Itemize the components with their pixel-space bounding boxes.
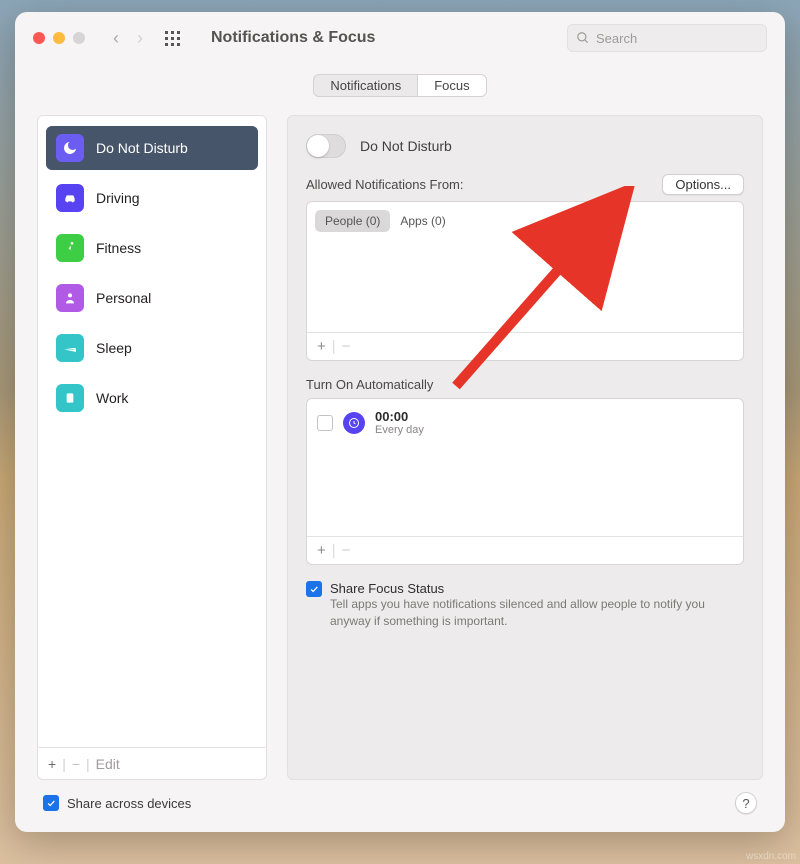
schedule-list: 00:00 Every day	[307, 399, 743, 446]
tab-focus[interactable]: Focus	[418, 75, 485, 96]
schedule-text: 00:00 Every day	[375, 409, 424, 436]
focus-list: Do Not Disturb Driving Fitness	[38, 116, 266, 747]
content-area: Do Not Disturb Driving Fitness	[15, 115, 785, 832]
panels: Do Not Disturb Driving Fitness	[37, 115, 763, 780]
run-icon	[56, 234, 84, 262]
sidebar-item-sleep[interactable]: Sleep	[46, 326, 258, 370]
auto-header-label: Turn On Automatically	[306, 377, 744, 392]
add-schedule-button[interactable]: +	[317, 542, 326, 559]
share-status-label: Share Focus Status	[330, 581, 744, 596]
seg-apps[interactable]: Apps (0)	[390, 210, 455, 232]
schedule-footer: + | −	[307, 536, 743, 564]
watermark-text: wsxdn.com	[746, 851, 796, 862]
people-apps-segment: People (0) Apps (0)	[315, 210, 456, 232]
focus-toggle-row: Do Not Disturb	[306, 134, 744, 158]
allowed-footer: + | −	[307, 332, 743, 360]
sidebar-item-label: Work	[96, 390, 128, 406]
sidebar-item-driving[interactable]: Driving	[46, 176, 258, 220]
schedule-repeat: Every day	[375, 424, 424, 436]
detail-panel: Do Not Disturb Allowed Notifications Fro…	[287, 115, 763, 780]
car-icon	[56, 184, 84, 212]
add-allowed-button[interactable]: +	[317, 338, 326, 355]
maximize-icon	[73, 32, 85, 44]
share-status-row: Share Focus Status Tell apps you have no…	[306, 581, 744, 630]
sidebar-footer: + | − | Edit	[38, 747, 266, 779]
search-icon	[576, 31, 590, 45]
remove-focus-button: −	[72, 756, 80, 772]
auto-section: Turn On Automatically 00:00 Every day	[306, 377, 744, 565]
remove-allowed-button: −	[342, 338, 351, 355]
traffic-lights	[33, 32, 85, 44]
sidebar-item-label: Fitness	[96, 240, 141, 256]
sidebar-item-personal[interactable]: Personal	[46, 276, 258, 320]
tabbar: Notifications Focus	[15, 64, 785, 115]
allowed-section: Allowed Notifications From: Options... P…	[306, 174, 744, 361]
focus-toggle[interactable]	[306, 134, 346, 158]
nav-buttons: ‹ ›	[113, 29, 143, 47]
search-placeholder: Search	[596, 31, 637, 46]
badge-icon	[56, 384, 84, 412]
focus-name-label: Do Not Disturb	[360, 138, 452, 154]
schedule-empty-space	[307, 446, 743, 536]
sidebar-item-label: Do Not Disturb	[96, 140, 188, 156]
person-icon	[56, 284, 84, 312]
close-icon[interactable]	[33, 32, 45, 44]
sidebar-item-label: Sleep	[96, 340, 132, 356]
add-focus-button[interactable]: +	[48, 756, 56, 772]
bottom-row: Share across devices ?	[37, 780, 763, 818]
window-title: Notifications & Focus	[211, 29, 375, 47]
help-button[interactable]: ?	[735, 792, 757, 814]
sidebar-item-fitness[interactable]: Fitness	[46, 226, 258, 270]
sidebar-item-dnd[interactable]: Do Not Disturb	[46, 126, 258, 170]
schedule-row[interactable]: 00:00 Every day	[307, 399, 743, 446]
sidebar-item-label: Driving	[96, 190, 140, 206]
allowed-list: People (0) Apps (0)	[307, 202, 743, 332]
sidebar-item-work[interactable]: Work	[46, 376, 258, 420]
clock-icon	[343, 412, 365, 434]
remove-schedule-button: −	[342, 542, 351, 559]
show-all-button[interactable]	[165, 29, 183, 47]
minimize-icon[interactable]	[53, 32, 65, 44]
seg-people[interactable]: People (0)	[315, 210, 390, 232]
search-input[interactable]: Search	[567, 24, 767, 52]
bed-icon	[56, 334, 84, 362]
schedule-time: 00:00	[375, 409, 424, 424]
tab-segmented: Notifications Focus	[313, 74, 486, 97]
share-across-label: Share across devices	[67, 796, 191, 811]
tab-notifications[interactable]: Notifications	[314, 75, 418, 96]
allowed-header-row: Allowed Notifications From: Options...	[306, 174, 744, 195]
schedule-checkbox[interactable]	[317, 415, 333, 431]
forward-button: ›	[137, 29, 143, 47]
options-button[interactable]: Options...	[662, 174, 744, 195]
back-button[interactable]: ‹	[113, 29, 119, 47]
sidebar-item-label: Personal	[96, 290, 151, 306]
edit-focus-button[interactable]: Edit	[96, 756, 120, 772]
focus-sidebar: Do Not Disturb Driving Fitness	[37, 115, 267, 780]
share-across-checkbox[interactable]	[43, 795, 59, 811]
preferences-window: ‹ › Notifications & Focus Search Notific…	[15, 12, 785, 832]
moon-icon	[56, 134, 84, 162]
titlebar: ‹ › Notifications & Focus Search	[15, 12, 785, 64]
share-status-desc: Tell apps you have notifications silence…	[330, 596, 744, 630]
allowed-header-label: Allowed Notifications From:	[306, 177, 464, 192]
share-across-row: Share across devices	[43, 795, 191, 811]
share-status-checkbox[interactable]	[306, 581, 322, 597]
